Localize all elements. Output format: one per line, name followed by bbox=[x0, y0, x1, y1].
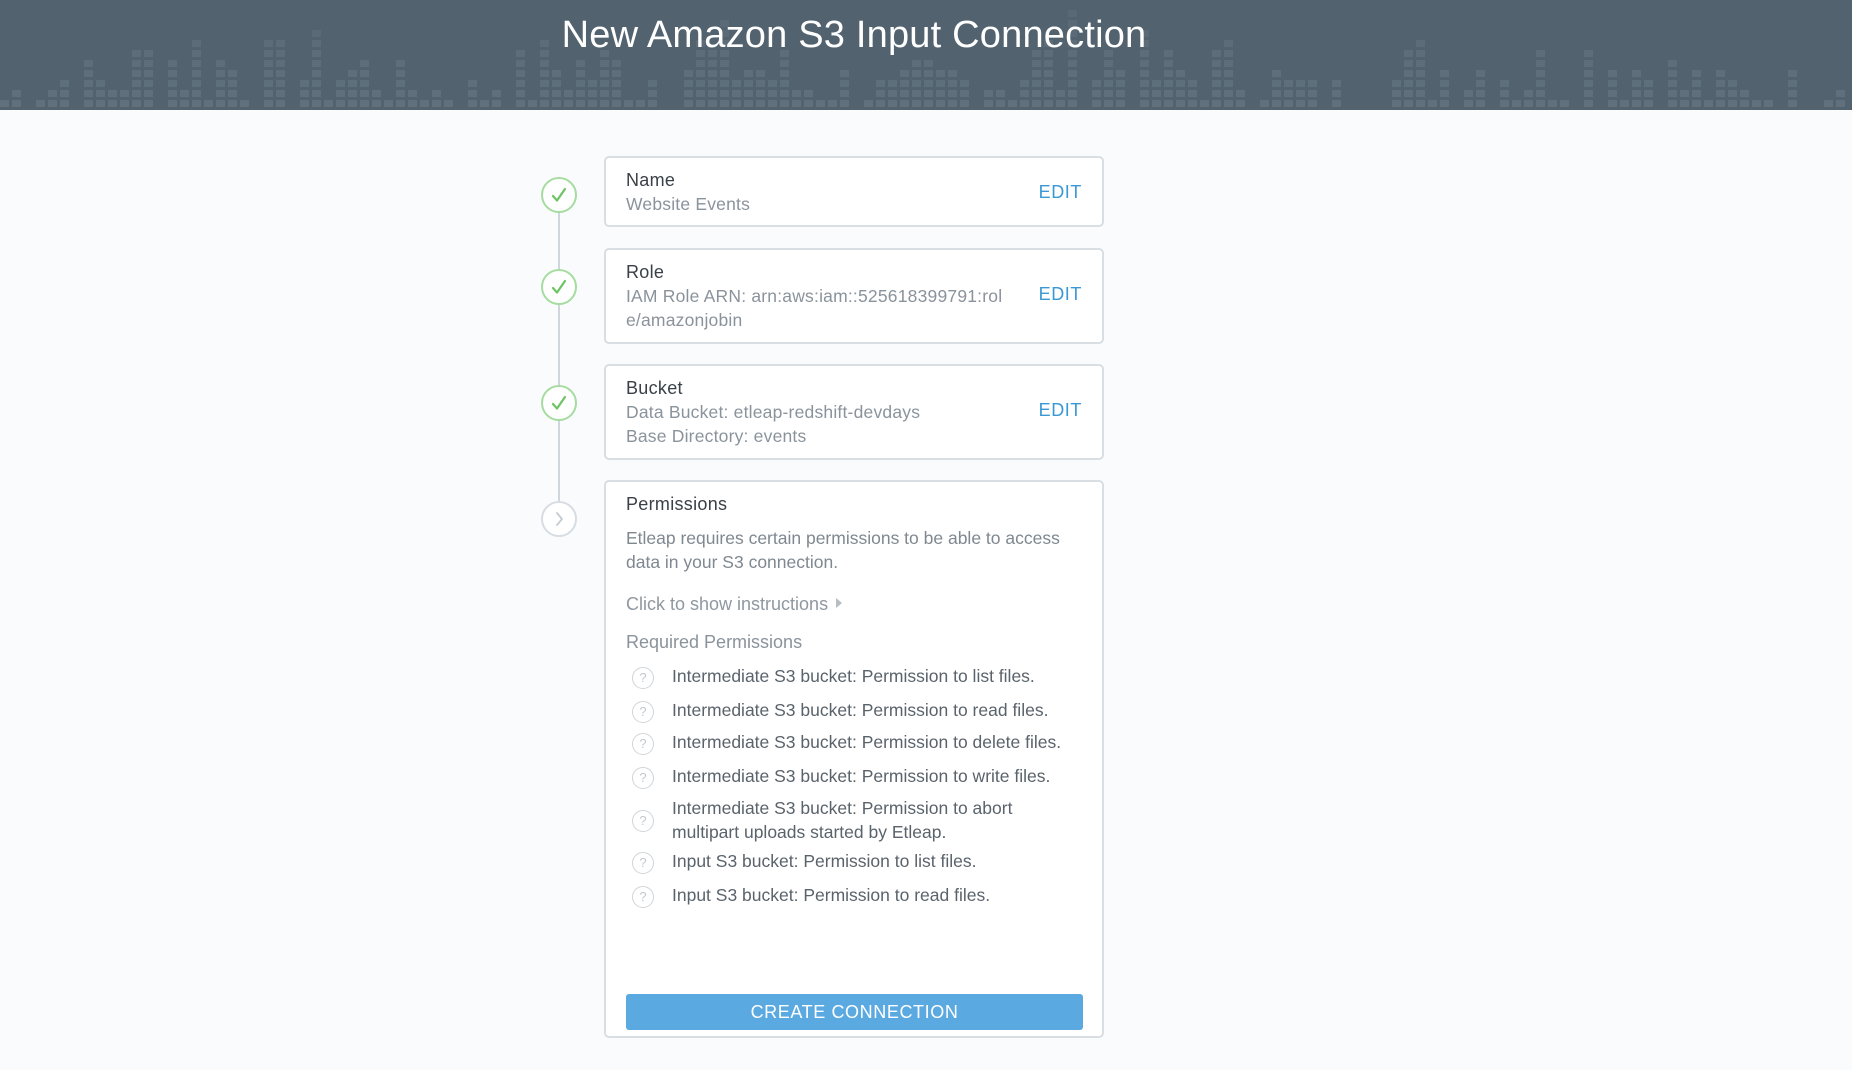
question-icon[interactable]: ? bbox=[632, 701, 654, 723]
permissions-description-line-1: Etleap requires certain permissions to b… bbox=[626, 528, 1060, 548]
step-bucket-card: Bucket Data Bucket: etleap-redshift-devd… bbox=[604, 364, 1104, 460]
step-name-card: Name Website Events EDIT bbox=[604, 156, 1104, 227]
step-connector-line bbox=[558, 195, 560, 519]
step-permissions-chevron-right-icon bbox=[541, 501, 577, 537]
permission-label-line-1: Intermediate S3 bucket: Permission to ab… bbox=[672, 798, 1013, 818]
permission-label: Intermediate S3 bucket: Permission to li… bbox=[672, 666, 1035, 686]
permission-label: Intermediate S3 bucket: Permission to de… bbox=[672, 732, 1062, 752]
page-header: New Amazon S3 Input Connection bbox=[0, 0, 1852, 110]
step-role-check-icon bbox=[541, 269, 577, 305]
question-icon[interactable]: ? bbox=[632, 733, 654, 755]
caret-right-icon bbox=[836, 598, 843, 608]
question-icon[interactable]: ? bbox=[632, 667, 654, 689]
create-connection-button[interactable]: CREATE CONNECTION bbox=[626, 994, 1083, 1030]
permission-label: Intermediate S3 bucket: Permission to wr… bbox=[672, 766, 1051, 786]
permission-label: Input S3 bucket: Permission to read file… bbox=[672, 885, 991, 905]
edit-name-button[interactable]: EDIT bbox=[1039, 182, 1082, 203]
page-title: New Amazon S3 Input Connection bbox=[561, 14, 1147, 56]
permission-label: Input S3 bucket: Permission to list file… bbox=[672, 851, 977, 871]
edit-role-button[interactable]: EDIT bbox=[1039, 284, 1082, 305]
show-instructions-link[interactable]: Click to show instructions bbox=[626, 594, 843, 615]
step-role-value-line-1: IAM Role ARN: arn:aws:iam::525618399791:… bbox=[626, 286, 1003, 306]
step-bucket-data-bucket: Data Bucket: etleap-redshift-devdays bbox=[626, 402, 921, 422]
step-role-title: Role bbox=[626, 262, 665, 282]
step-bucket-title: Bucket bbox=[626, 378, 683, 398]
show-instructions-label: Click to show instructions bbox=[626, 594, 829, 614]
required-permissions-heading: Required Permissions bbox=[626, 632, 803, 652]
step-name-value: Website Events bbox=[626, 194, 751, 214]
question-icon[interactable]: ? bbox=[632, 767, 654, 789]
question-icon[interactable]: ? bbox=[632, 886, 654, 908]
step-role-value-line-2: e/amazonjobin bbox=[626, 310, 743, 330]
permission-label: Intermediate S3 bucket: Permission to re… bbox=[672, 700, 1049, 720]
step-permissions-card: Permissions Etleap requires certain perm… bbox=[604, 480, 1104, 1038]
step-name-check-icon bbox=[541, 177, 577, 213]
question-icon[interactable]: ? bbox=[632, 810, 654, 832]
step-name-title: Name bbox=[626, 170, 676, 190]
permissions-description-line-2: data in your S3 connection. bbox=[626, 552, 839, 572]
permission-label-line-2: multipart uploads started by Etleap. bbox=[672, 822, 947, 842]
edit-bucket-button[interactable]: EDIT bbox=[1039, 400, 1082, 421]
step-permissions-title: Permissions bbox=[626, 494, 728, 514]
question-icon[interactable]: ? bbox=[632, 852, 654, 874]
step-bucket-base-directory: Base Directory: events bbox=[626, 426, 807, 446]
step-role-card: Role IAM Role ARN: arn:aws:iam::52561839… bbox=[604, 248, 1104, 344]
step-bucket-check-icon bbox=[541, 385, 577, 421]
